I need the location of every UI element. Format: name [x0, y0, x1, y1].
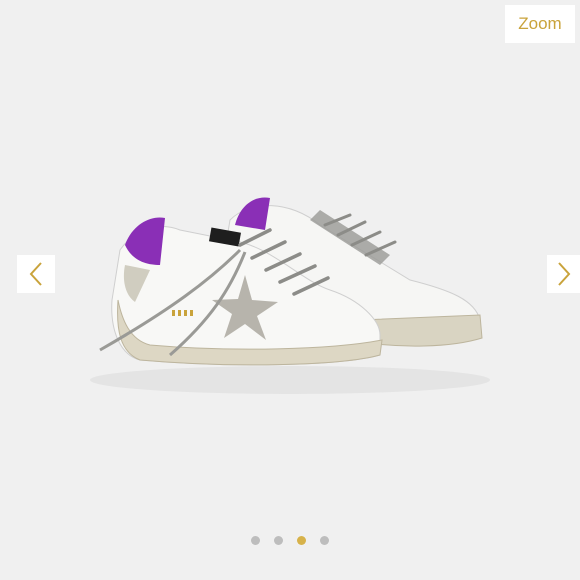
next-image-button[interactable] [547, 255, 580, 293]
carousel-dot-1[interactable] [251, 536, 260, 545]
zoom-button[interactable]: Zoom [505, 5, 575, 43]
carousel-dot-3[interactable] [297, 536, 306, 545]
carousel-dot-4[interactable] [320, 536, 329, 545]
carousel-dot-2[interactable] [274, 536, 283, 545]
chevron-right-icon [557, 262, 570, 286]
previous-image-button[interactable] [17, 255, 55, 293]
product-image [90, 197, 490, 394]
carousel-pagination [0, 536, 580, 545]
zoom-button-label: Zoom [518, 14, 562, 33]
chevron-left-icon [29, 262, 42, 286]
product-image-viewer: Zoom [0, 0, 580, 580]
